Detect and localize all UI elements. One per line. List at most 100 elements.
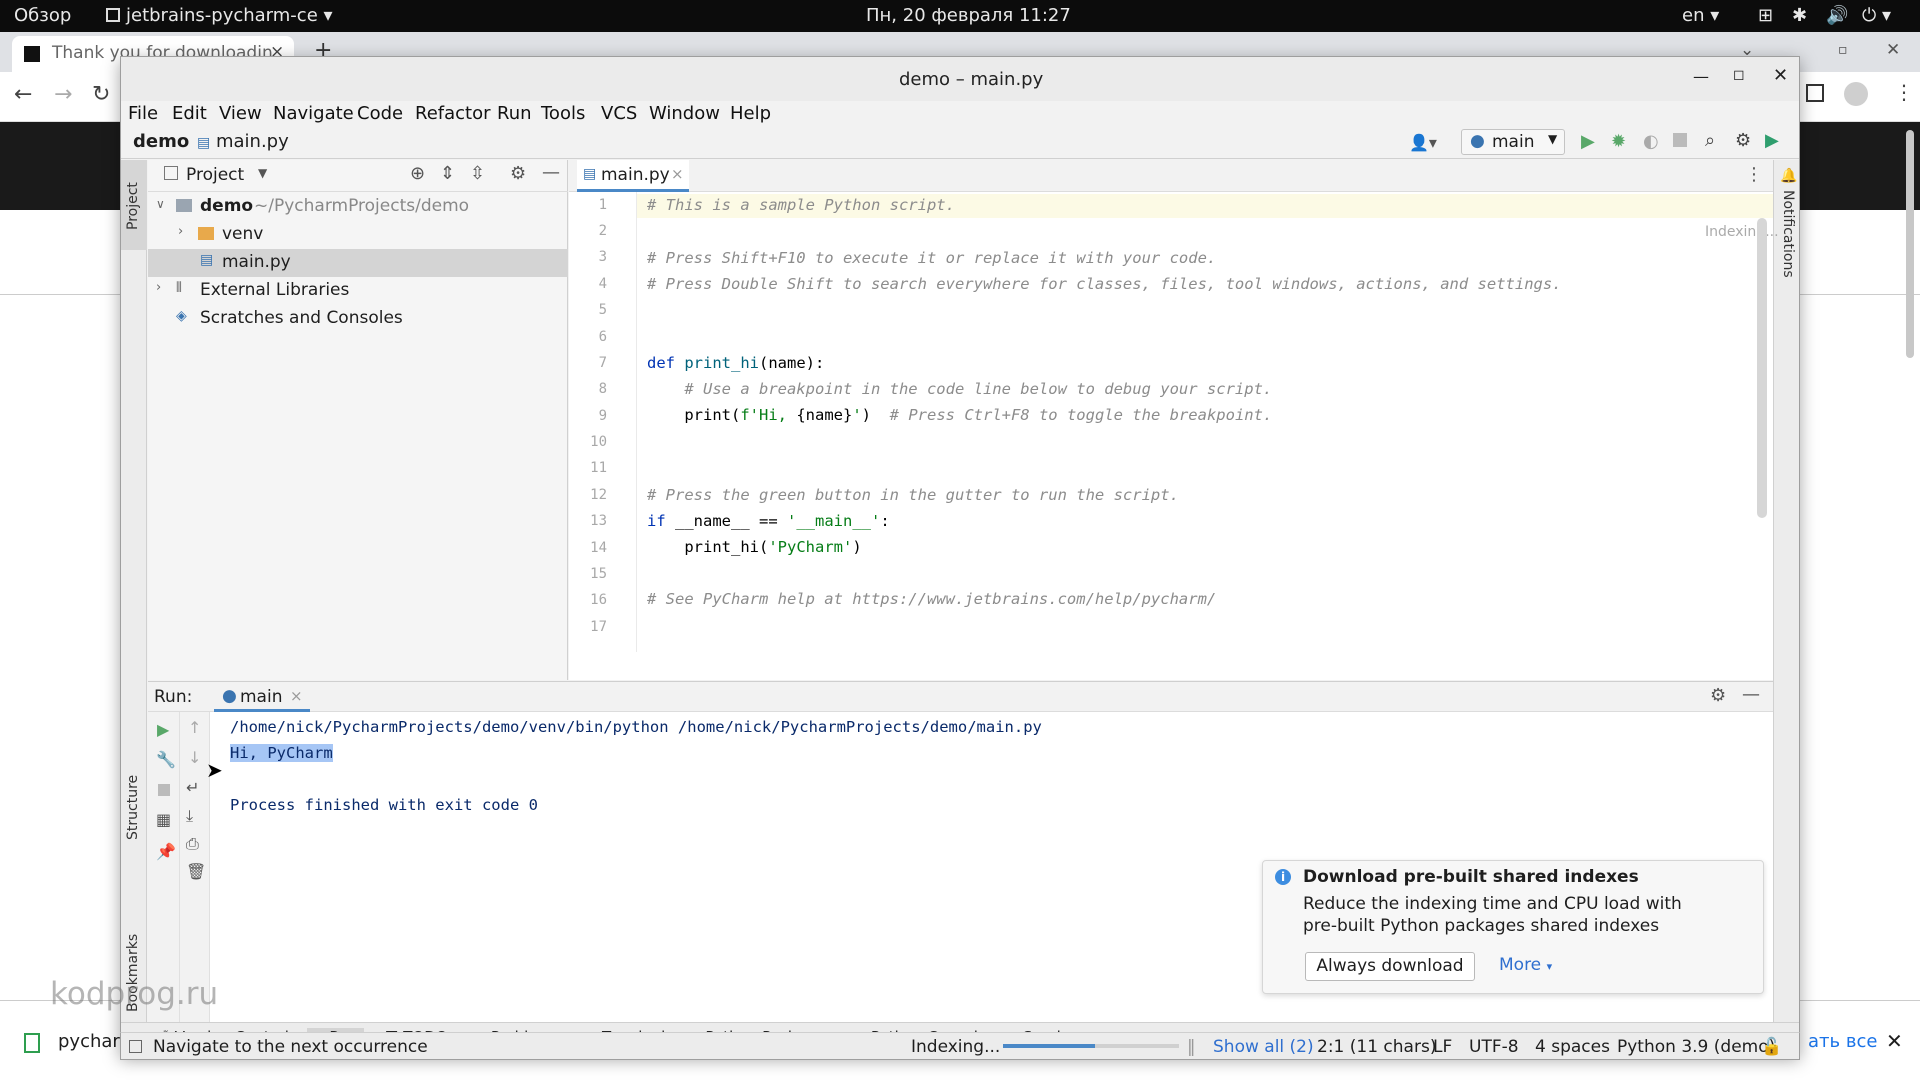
app-menu[interactable]: jetbrains-pycharm-ce ▾ (106, 5, 333, 26)
close-icon[interactable]: ✕ (1773, 65, 1788, 86)
collapse-all-icon[interactable]: ⇳ (470, 163, 485, 184)
indent-setting[interactable]: 4 spaces (1535, 1037, 1610, 1057)
menu-window[interactable]: Window (649, 103, 720, 124)
down-arrow-icon[interactable]: ↓ (188, 748, 201, 767)
code-with-me-icon[interactable]: ▶ (1765, 130, 1779, 151)
menu-file[interactable]: File (128, 103, 158, 124)
line-separator[interactable]: LF (1433, 1037, 1452, 1057)
notification-bell-icon[interactable]: 🔔 (1780, 168, 1797, 184)
menu-view[interactable]: View (219, 103, 262, 124)
gear-icon[interactable]: ⚙ (1735, 130, 1751, 151)
vcs-user-icon[interactable]: 👤▾ (1409, 133, 1437, 152)
menu-run[interactable]: Run (497, 103, 532, 124)
trash-icon[interactable]: 🗑 (186, 862, 206, 881)
print-icon[interactable]: ⎙ (186, 834, 199, 854)
chevron-right-icon[interactable]: › (156, 280, 161, 295)
hide-icon[interactable]: — (1742, 684, 1760, 705)
menu-code[interactable]: Code (357, 103, 403, 124)
hide-icon[interactable]: — (542, 162, 560, 183)
scroll-to-end-icon[interactable]: ⤓ (186, 806, 193, 826)
wrench-icon[interactable]: 🔧 (156, 750, 176, 769)
download-file-name[interactable]: pychar (58, 1031, 120, 1052)
menu-tools[interactable]: Tools (541, 103, 585, 124)
tree-item-main-py[interactable]: ▤ main.py (148, 249, 568, 277)
status-toggle-icon[interactable] (129, 1040, 142, 1053)
file-encoding[interactable]: UTF-8 (1469, 1037, 1519, 1057)
more-icon[interactable]: ⋮ (1745, 164, 1763, 185)
tree-item-venv[interactable]: › venv (148, 221, 568, 249)
close-icon[interactable]: × (671, 165, 684, 183)
chevron-right-icon[interactable]: › (178, 224, 183, 239)
pause-icon[interactable]: ‖ (1187, 1037, 1196, 1057)
lock-icon[interactable]: 🔓 (1761, 1037, 1782, 1057)
tree-item-demo[interactable]: ∨ demo ~/PycharmProjects/demo (148, 193, 568, 221)
menu-vcs[interactable]: VCS (601, 103, 637, 124)
project-view-selector[interactable]: Project (186, 165, 244, 185)
back-icon[interactable]: ← (14, 82, 32, 107)
close-icon[interactable]: ✕ (1886, 1029, 1903, 1053)
layout-icon[interactable]: ▦ (156, 810, 171, 829)
reload-icon[interactable]: ↻ (92, 82, 110, 107)
code-area[interactable]: # This is a sample Python script. # Pres… (637, 192, 1747, 652)
maximize-icon[interactable]: ◻ (1733, 67, 1745, 83)
restore-icon[interactable]: ▫ (1838, 42, 1848, 58)
show-all-link[interactable]: ать все (1808, 1031, 1877, 1052)
line-gutter[interactable]: 1 2 3 4 5 6 7 8 9 10 11 12 13 14 15 16 1… (569, 192, 637, 652)
network-icon[interactable]: ⊞ (1758, 5, 1773, 26)
chevron-down-icon[interactable]: ▼ (258, 166, 267, 180)
chevron-down-icon[interactable]: ∨ (156, 197, 165, 211)
caret-position[interactable]: 2:1 (11 chars) (1317, 1037, 1436, 1057)
run-config-selector[interactable]: ● main ▼ (1461, 129, 1565, 155)
power-icon[interactable]: ⏻ ▾ (1862, 5, 1891, 26)
menu-help[interactable]: Help (730, 103, 771, 124)
run-icon[interactable]: ▶ (1581, 131, 1595, 152)
avatar[interactable] (1844, 82, 1868, 106)
gear-icon[interactable]: ⚙ (1710, 685, 1726, 706)
clock[interactable]: Пн, 20 февраля 11:27 (866, 5, 1071, 26)
tab-run-main[interactable]: ● main × (214, 682, 310, 712)
notifications-stripe-label[interactable]: Notifications (1780, 190, 1796, 278)
breadcrumb-project[interactable]: demo (133, 131, 189, 152)
close-icon[interactable]: × (290, 687, 303, 705)
menu-refactor[interactable]: Refactor (415, 103, 491, 124)
language-selector[interactable]: en ▾ (1682, 5, 1719, 26)
tab-label: main.py (601, 165, 670, 185)
up-arrow-icon[interactable]: ↑ (188, 718, 201, 737)
tree-item-external-libraries[interactable]: › ⫴ External Libraries (148, 277, 568, 305)
more-dropdown[interactable]: More ▾ (1499, 955, 1552, 975)
expand-all-icon[interactable]: ⇕ (440, 163, 455, 184)
project-stripe-button[interactable]: Project (121, 160, 147, 250)
volume-icon[interactable]: 🔊 (1826, 5, 1848, 26)
pin-icon[interactable]: 📌 (156, 842, 176, 861)
code-line-4: # Press Double Shift to search everywher… (647, 275, 1562, 293)
debug-icon[interactable]: ✹ (1611, 131, 1626, 152)
editor-scrollbar[interactable] (1757, 218, 1767, 518)
always-download-button[interactable]: Always download (1305, 952, 1475, 981)
page-scrollbar[interactable] (1906, 130, 1914, 358)
minimize-icon[interactable]: — (1693, 67, 1709, 86)
menu-navigate[interactable]: Navigate (273, 103, 354, 124)
bluetooth-icon[interactable]: ✱ (1792, 5, 1807, 26)
breadcrumb-file[interactable]: ▤ main.py (197, 131, 289, 152)
structure-stripe-button[interactable]: Structure (121, 760, 147, 870)
coverage-icon[interactable]: ◐ (1643, 131, 1659, 152)
stop-icon[interactable] (1673, 133, 1687, 147)
forward-icon[interactable]: → (54, 82, 72, 107)
soft-wrap-icon[interactable]: ↵ (186, 778, 199, 797)
indexing-label[interactable]: Indexing... (911, 1037, 1000, 1057)
menu-icon[interactable]: ⋮ (1894, 80, 1914, 104)
interpreter-selector[interactable]: Python 3.9 (demo) (1617, 1037, 1775, 1057)
stop-icon[interactable] (158, 784, 170, 796)
sidebar-icon[interactable] (1806, 84, 1824, 102)
search-icon[interactable]: ⌕ (1705, 130, 1715, 151)
close-icon[interactable]: ✕ (1886, 40, 1900, 60)
locate-icon[interactable]: ⊕ (410, 163, 425, 184)
menu-edit[interactable]: Edit (172, 103, 207, 124)
tree-item-scratches[interactable]: ◈ Scratches and Consoles (148, 305, 568, 333)
rerun-icon[interactable]: ▶ (157, 720, 169, 739)
activities-button[interactable]: Обзор (14, 5, 71, 26)
tab-main-py[interactable]: ▤ main.py × (577, 160, 689, 192)
show-all-link[interactable]: Show all (2) (1213, 1037, 1314, 1057)
window-titlebar[interactable]: demo – main.py — ◻ ✕ (121, 57, 1799, 101)
gear-icon[interactable]: ⚙ (510, 163, 526, 184)
